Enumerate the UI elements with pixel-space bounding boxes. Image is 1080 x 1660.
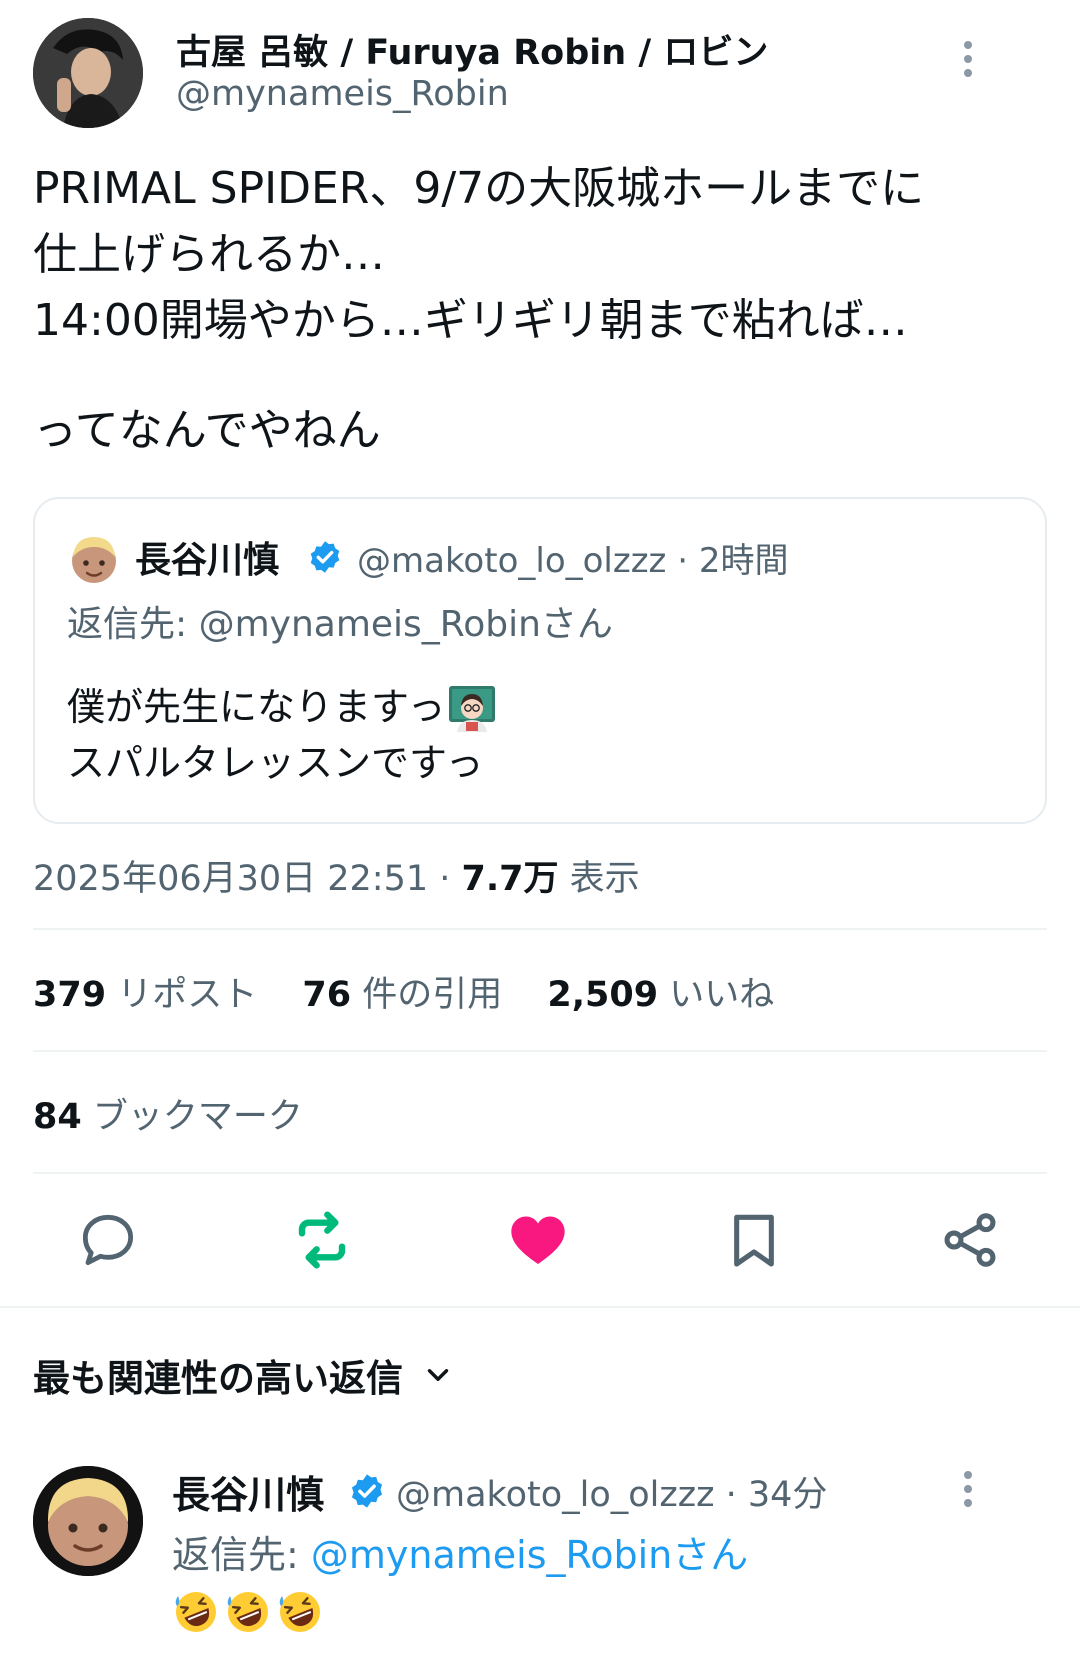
tweet-text-line — [33, 354, 1053, 398]
quoted-text-line: スパルタレッスンですっ — [67, 741, 484, 785]
reply-sort-label: 最も関連性の高い返信 — [33, 1357, 403, 1400]
verified-badge-icon — [310, 541, 340, 573]
bookmark-count: 84 — [33, 1097, 82, 1137]
quote-count: 76 — [302, 975, 352, 1015]
like-icon[interactable] — [506, 1208, 570, 1272]
verified-badge-icon — [351, 1474, 383, 1508]
reply-author-avatar[interactable] — [33, 1466, 143, 1576]
reply-text — [172, 1588, 324, 1636]
retweet-icon[interactable] — [290, 1208, 354, 1272]
author-name[interactable]: 古屋 呂敏 / Furuya Robin / ロビン — [176, 24, 768, 75]
rolling-laughing-emoji-icon — [227, 1592, 268, 1632]
quoted-author-name: 長谷川慎 — [135, 540, 280, 581]
quoted-tweet-card[interactable]: 長谷川慎 @makoto_lo_olzzz · 2時間 返信先: @myname… — [33, 497, 1047, 824]
bookmark-count-link[interactable]: 84 ブックマーク — [33, 1088, 303, 1139]
engagement-stats: 379 リポスト 76 件の引用 2,509 いいね — [33, 966, 808, 1017]
tweet-text: PRIMAL SPIDER、9/7の大阪城ホールまでに 仕上げられるか… 14:… — [33, 156, 1053, 464]
reply-more-options-icon[interactable] — [950, 1464, 986, 1514]
rolling-laughing-emoji-icon — [279, 1592, 320, 1632]
like-label: いいね — [658, 975, 775, 1015]
teacher-emoji-icon — [449, 686, 496, 732]
reply-to-prefix: 返信先: — [172, 1533, 311, 1577]
reply-author-name[interactable]: 長谷川慎 — [172, 1464, 324, 1519]
share-icon[interactable] — [938, 1208, 1002, 1272]
reply-author-handle[interactable]: @makoto_lo_olzzz · 34分 — [396, 1466, 827, 1517]
repost-count-link[interactable]: 379 リポスト — [33, 975, 257, 1015]
quoted-reply-to: 返信先: @mynameis_Robinさん — [67, 604, 613, 645]
repost-label: リポスト — [106, 975, 258, 1015]
tweet-text-line: 14:00開場やから…ギリギリ朝まで粘れば… — [33, 295, 908, 346]
like-count-link[interactable]: 2,509 いいね — [547, 975, 774, 1015]
bookmark-label: ブックマーク — [81, 1097, 303, 1137]
reply-to-line: 返信先: @mynameis_Robinさん — [172, 1524, 748, 1579]
rolling-laughing-emoji-icon — [175, 1592, 216, 1632]
quote-count-link[interactable]: 76 件の引用 — [302, 975, 502, 1015]
author-handle[interactable]: @mynameis_Robin — [176, 74, 509, 114]
reply-to-handle-link[interactable]: @mynameis_Robinさん — [311, 1533, 748, 1577]
quoted-tweet-text: 僕が先生になりますっ スパルタレッスンですっ — [67, 679, 497, 791]
view-label: 表示 — [558, 859, 640, 899]
reply-icon[interactable] — [76, 1208, 140, 1272]
timestamp-text[interactable]: 2025年06月30日 22:51 · — [33, 859, 462, 899]
quoted-author-avatar — [67, 533, 121, 587]
tweet-timestamp: 2025年06月30日 22:51 · 7.7万 表示 — [33, 850, 640, 901]
repost-count: 379 — [33, 975, 107, 1015]
author-avatar[interactable] — [33, 18, 143, 128]
quoted-author-handle: @makoto_lo_olzzz · 2時間 — [357, 541, 789, 581]
divider — [33, 1050, 1047, 1052]
more-options-icon[interactable] — [950, 34, 986, 84]
view-count: 7.7万 — [461, 859, 559, 899]
tweet-text-line: 仕上げられるか… — [33, 229, 385, 280]
tweet-text-line: PRIMAL SPIDER、9/7の大阪城ホールまでに — [33, 163, 925, 214]
tweet-text-line: ってなんでやねん — [33, 405, 381, 456]
quote-label: 件の引用 — [351, 975, 503, 1015]
like-count: 2,509 — [547, 975, 659, 1015]
reply-sort-dropdown[interactable]: 最も関連性の高い返信 — [33, 1348, 455, 1402]
divider — [33, 1172, 1047, 1174]
divider — [33, 928, 1047, 930]
quoted-text-line: 僕が先生になりますっ — [67, 685, 446, 729]
bookmark-icon[interactable] — [722, 1208, 786, 1272]
section-separator — [0, 1306, 1080, 1308]
chevron-down-icon — [427, 1369, 449, 1381]
